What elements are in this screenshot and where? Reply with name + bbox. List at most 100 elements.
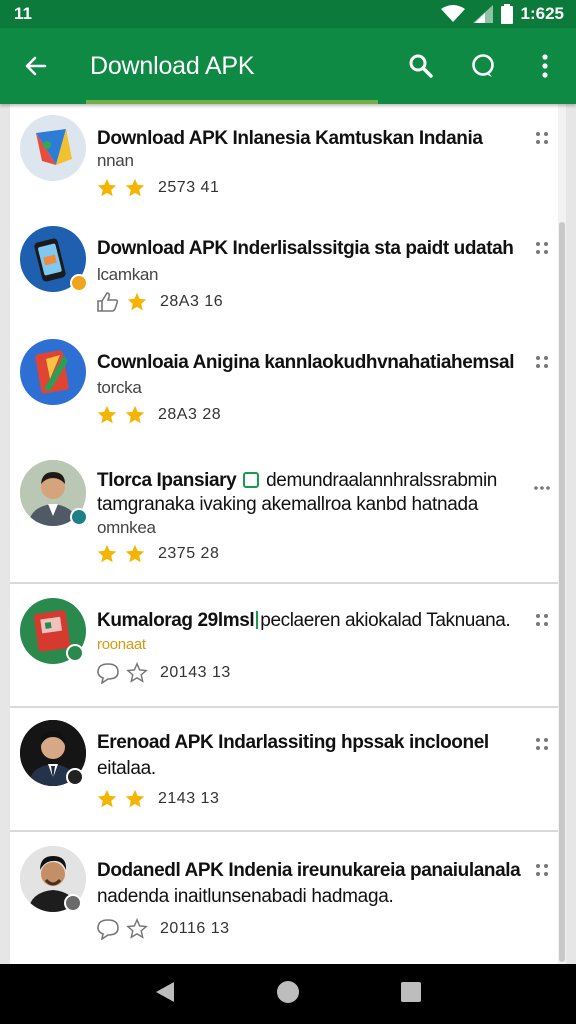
rating-row: 2375 28 — [96, 543, 219, 565]
item-subtitle: nnan — [97, 151, 134, 170]
more-horiz-icon — [534, 486, 550, 490]
rating-row: 28A3 28 — [96, 404, 221, 426]
rating-row: 20116 13 — [96, 918, 230, 940]
nav-home-button[interactable] — [276, 980, 300, 1009]
list-item[interactable]: Cownloaia Anigina kannlaokudhvnahatiahem… — [10, 332, 558, 452]
rating-value: 2143 13 — [158, 790, 220, 807]
wifi-icon — [440, 5, 465, 23]
rating-row: 28A3 16 — [96, 291, 223, 313]
verified-badge-icon — [70, 508, 88, 526]
rating-value: 28A3 28 — [158, 406, 222, 423]
item-title: Download APK Inlanesia Kamtuskan Indania — [97, 128, 483, 149]
app-icon — [20, 115, 86, 181]
triangle-back-icon — [156, 981, 174, 1002]
item-subtitle: nadenda inaitlunsenabadi hadmaga. — [97, 886, 394, 907]
thumb-icon — [97, 292, 119, 312]
status-icons: 1:625 — [440, 4, 564, 24]
search-icon — [409, 54, 433, 78]
signal-icon — [472, 5, 493, 23]
item-title: Dodanedl APK Indenia ireunukareia panaiu… — [97, 860, 521, 881]
list-item[interactable]: Download APK Inderlisalssitgia sta paidt… — [10, 218, 558, 332]
comment-icon — [97, 919, 119, 940]
item-subtitle: eitalaa. — [97, 758, 156, 779]
nav-back-button[interactable] — [154, 980, 176, 1009]
drag-handle-icon — [536, 864, 548, 876]
rating-value: 2375 28 — [158, 545, 220, 562]
chat-button[interactable] — [452, 28, 514, 104]
item-title: Cownloaia Anigina kannlaokudhvnahatiahem… — [97, 352, 515, 373]
verified-badge-icon — [70, 274, 88, 292]
app-bar: Download APK — [0, 28, 576, 104]
item-menu-button[interactable] — [532, 734, 552, 754]
square-recents-icon — [401, 981, 421, 1002]
more-options-button[interactable] — [514, 28, 576, 104]
battery-icon — [500, 4, 513, 24]
star-icon — [97, 789, 117, 808]
app-icon — [20, 339, 86, 405]
nav-recents-button[interactable] — [400, 981, 422, 1008]
item-subtitle-2: omnkea — [97, 518, 156, 537]
rating-row: 20143 13 — [96, 662, 231, 684]
rating-row: 2573 41 — [96, 177, 219, 199]
drag-handle-icon — [536, 738, 548, 750]
star-outline-icon — [126, 918, 148, 939]
page-title: Download APK — [90, 51, 255, 80]
status-time-left: 11 — [14, 4, 32, 23]
item-menu-button[interactable] — [532, 860, 552, 880]
apk-list[interactable]: Download APK Inlanesia Kamtuskan Indania… — [10, 104, 566, 964]
item-title: Kumalorag 29lmsl peclaeren akiokalad Takn… — [97, 610, 511, 631]
star-icon — [97, 544, 117, 563]
drag-handle-icon — [536, 614, 548, 626]
rating-row: 2143 13 — [96, 788, 219, 810]
verified-badge-icon — [66, 644, 84, 662]
drag-handle-icon — [536, 242, 548, 254]
search-button[interactable] — [390, 28, 452, 104]
chat-icon — [472, 54, 494, 77]
item-menu-button[interactable] — [532, 128, 552, 148]
status-time-right: 1:625 — [520, 4, 564, 23]
item-menu-button[interactable] — [532, 352, 552, 372]
rating-value: 2573 41 — [158, 179, 220, 196]
item-title: Download APK Inderlisalssitgia sta paidt… — [97, 238, 514, 259]
green-tag-icon — [243, 472, 260, 488]
star-icon — [127, 292, 147, 311]
item-subtitle: roonaat — [97, 636, 146, 653]
navigation-bar — [0, 964, 576, 1024]
item-subtitle: torcka — [97, 378, 142, 397]
item-menu-button[interactable] — [532, 478, 552, 498]
star-icon — [125, 405, 145, 424]
star-icon — [125, 178, 145, 197]
star-outline-icon — [126, 662, 148, 683]
item-menu-button[interactable] — [532, 610, 552, 630]
list-item[interactable]: Download APK Inlanesia Kamtuskan Indania… — [10, 104, 558, 218]
back-button[interactable] — [0, 28, 72, 104]
verified-badge-icon — [66, 768, 84, 786]
comment-icon — [97, 663, 119, 684]
list-item[interactable]: Tlorca Ipansiary demundraalannhralssrabm… — [10, 452, 558, 582]
rating-value: 28A3 16 — [160, 293, 224, 310]
rating-value: 20116 13 — [160, 920, 230, 937]
rating-value: 20143 13 — [160, 664, 231, 681]
more-vert-icon — [542, 54, 548, 78]
item-title: Tlorca Ipansiary demundraalannhralssrabm… — [97, 470, 497, 491]
item-title: Erenoad APK Indarlassiting hpssak incloo… — [97, 732, 489, 753]
drag-handle-icon — [536, 132, 548, 144]
status-bar: 11 1:625 — [0, 0, 576, 28]
item-menu-button[interactable] — [532, 238, 552, 258]
item-subtitle: lcamkan — [97, 265, 159, 284]
star-icon — [97, 178, 117, 197]
list-item[interactable]: Dodanedl APK Indenia ireunukareia panaiu… — [10, 830, 558, 964]
star-icon — [125, 789, 145, 808]
title-underline — [86, 100, 378, 104]
circle-home-icon — [277, 980, 299, 1003]
arrow-back-icon — [25, 56, 47, 76]
list-item[interactable]: Kumalorag 29lmsl peclaeren akiokalad Takn… — [10, 582, 558, 706]
item-subtitle: tamgranaka ivaking akemallroa kanbd hatn… — [97, 494, 479, 515]
verified-badge-icon — [64, 894, 82, 912]
text-cursor — [256, 611, 259, 629]
star-icon — [97, 405, 117, 424]
star-icon — [125, 544, 145, 563]
scrollbar-thumb[interactable] — [559, 222, 565, 962]
drag-handle-icon — [536, 356, 548, 368]
list-item[interactable]: Erenoad APK Indarlassiting hpssak incloo… — [10, 706, 558, 830]
